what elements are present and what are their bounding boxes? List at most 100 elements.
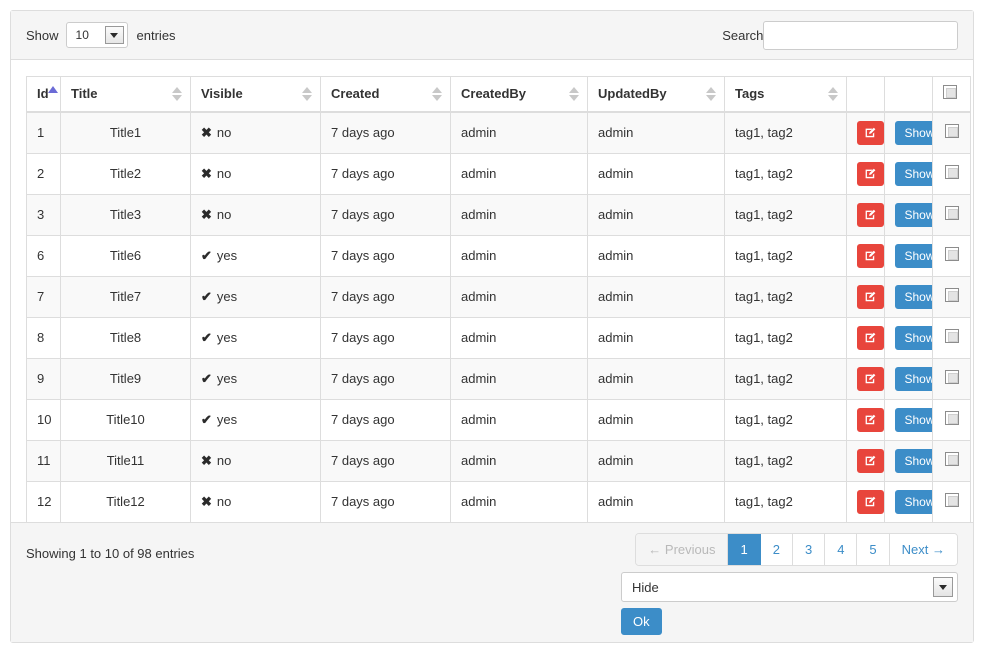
cell-visible: ✖ no <box>190 480 321 523</box>
cell-updatedby: admin <box>587 398 725 441</box>
edit-square-icon <box>864 372 877 385</box>
entries-label: entries <box>136 27 176 43</box>
bulk-action-select[interactable]: Hide <box>621 572 958 602</box>
chevron-down-icon[interactable] <box>933 577 953 597</box>
cell-tags: tag1, tag2 <box>724 316 847 359</box>
column-header-title[interactable]: Title <box>60 76 191 113</box>
cell-edit-action <box>846 193 885 236</box>
column-header-updatedby[interactable]: UpdatedBy <box>587 76 725 113</box>
pagination-button-4[interactable]: 4 <box>825 534 858 565</box>
edit-button[interactable] <box>857 366 884 391</box>
row-select-checkbox[interactable] <box>944 493 959 507</box>
edit-button[interactable] <box>857 284 884 309</box>
edit-button[interactable] <box>857 325 884 350</box>
column-label-tags: Tags <box>735 86 765 102</box>
edit-button[interactable] <box>857 489 884 514</box>
show-button[interactable]: Show <box>895 161 932 186</box>
cell-createdby: admin <box>450 111 588 154</box>
chevron-down-icon[interactable] <box>104 26 124 44</box>
pagination: ← Previous 1 2 3 4 5 Next → <box>635 533 958 566</box>
pagination-button-2[interactable]: 2 <box>760 534 793 565</box>
show-button[interactable]: Show <box>895 448 932 473</box>
edit-button[interactable] <box>857 161 884 186</box>
cell-id: 2 <box>26 152 61 195</box>
cell-createdby: admin <box>450 193 588 236</box>
edit-button[interactable] <box>857 407 884 432</box>
bulk-action-value: Hide <box>632 579 659 595</box>
column-label-created: Created <box>331 86 380 102</box>
row-select-checkbox[interactable] <box>944 411 959 425</box>
cell-id: 6 <box>26 234 61 277</box>
cell-visible-label: no <box>216 493 232 509</box>
cell-created: 7 days ago <box>320 193 451 236</box>
row-select-checkbox[interactable] <box>944 124 959 138</box>
cell-visible-label: no <box>216 165 232 181</box>
cell-createdby: admin <box>450 398 588 441</box>
row-select-checkbox[interactable] <box>944 206 959 220</box>
cell-updatedby: admin <box>587 193 725 236</box>
column-header-select-all <box>932 76 971 113</box>
column-header-tags[interactable]: Tags <box>724 76 847 113</box>
cell-created: 7 days ago <box>320 275 451 318</box>
column-header-show <box>884 76 933 113</box>
column-header-id[interactable]: Id <box>26 76 61 113</box>
row-select-checkbox[interactable] <box>944 247 959 261</box>
cell-updatedby: admin <box>587 357 725 400</box>
row-select-checkbox[interactable] <box>944 370 959 384</box>
edit-button[interactable] <box>857 120 884 145</box>
pagination-button-1[interactable]: 1 <box>728 534 761 565</box>
table-footer-bar: Showing 1 to 10 of 98 entries ← Previous… <box>11 522 973 642</box>
column-header-visible[interactable]: Visible <box>190 76 321 113</box>
cell-id: 9 <box>26 357 61 400</box>
data-table: Id Title Visible Created CreatedBy Updat… <box>26 76 971 568</box>
show-button[interactable]: Show <box>895 284 932 309</box>
cell-updatedby: admin <box>587 152 725 195</box>
cell-select <box>932 193 971 236</box>
sort-toggle-icon <box>432 86 442 101</box>
show-button[interactable]: Show <box>895 202 932 227</box>
table-row: 3 Title3 ✖ no 7 days ago admin admin tag1, tag2… <box>26 193 971 236</box>
select-all-checkbox[interactable] <box>943 85 957 100</box>
pagination-button-next[interactable]: Next → <box>889 534 957 565</box>
search-input[interactable] <box>763 21 958 50</box>
pagination-button-5[interactable]: 5 <box>857 534 890 565</box>
sort-toggle-icon <box>172 86 182 101</box>
cell-edit-action <box>846 111 885 154</box>
cell-show-action: Show <box>884 234 933 277</box>
pagination-button-3[interactable]: 3 <box>792 534 826 565</box>
check-icon: ✔ <box>201 329 212 345</box>
sort-ascending-icon <box>48 86 58 93</box>
cell-show-action: Show <box>884 316 933 359</box>
edit-button[interactable] <box>857 243 884 268</box>
row-select-checkbox[interactable] <box>944 288 959 302</box>
show-button[interactable]: Show <box>895 407 932 432</box>
edit-button[interactable] <box>857 448 884 473</box>
ok-button[interactable]: Ok <box>621 608 662 635</box>
cross-icon: ✖ <box>201 165 212 181</box>
cell-created: 7 days ago <box>320 152 451 195</box>
show-button[interactable]: Show <box>895 489 932 514</box>
row-select-checkbox[interactable] <box>944 165 959 179</box>
column-header-created[interactable]: Created <box>320 76 451 113</box>
show-label: Show <box>26 27 59 43</box>
cell-title: Title1 <box>60 111 191 154</box>
cell-createdby: admin <box>450 480 588 523</box>
datatable-panel: Show 10 entries Search: Id Title Visible… <box>10 10 974 643</box>
show-button[interactable]: Show <box>895 366 932 391</box>
cell-id: 10 <box>26 398 61 441</box>
cell-show-action: Show <box>884 480 933 523</box>
show-button[interactable]: Show <box>895 120 932 145</box>
column-header-createdby[interactable]: CreatedBy <box>450 76 588 113</box>
row-select-checkbox[interactable] <box>944 329 959 343</box>
edit-square-icon <box>864 208 877 221</box>
cell-updatedby: admin <box>587 111 725 154</box>
pagination-button-previous: ← Previous <box>636 534 729 565</box>
entries-length-select[interactable]: 10 <box>65 22 128 48</box>
show-button[interactable]: Show <box>895 325 932 350</box>
cell-show-action: Show <box>884 275 933 318</box>
edit-button[interactable] <box>857 202 884 227</box>
cell-edit-action <box>846 234 885 277</box>
row-select-checkbox[interactable] <box>944 452 959 466</box>
check-icon: ✔ <box>201 370 212 386</box>
show-button[interactable]: Show <box>895 243 932 268</box>
